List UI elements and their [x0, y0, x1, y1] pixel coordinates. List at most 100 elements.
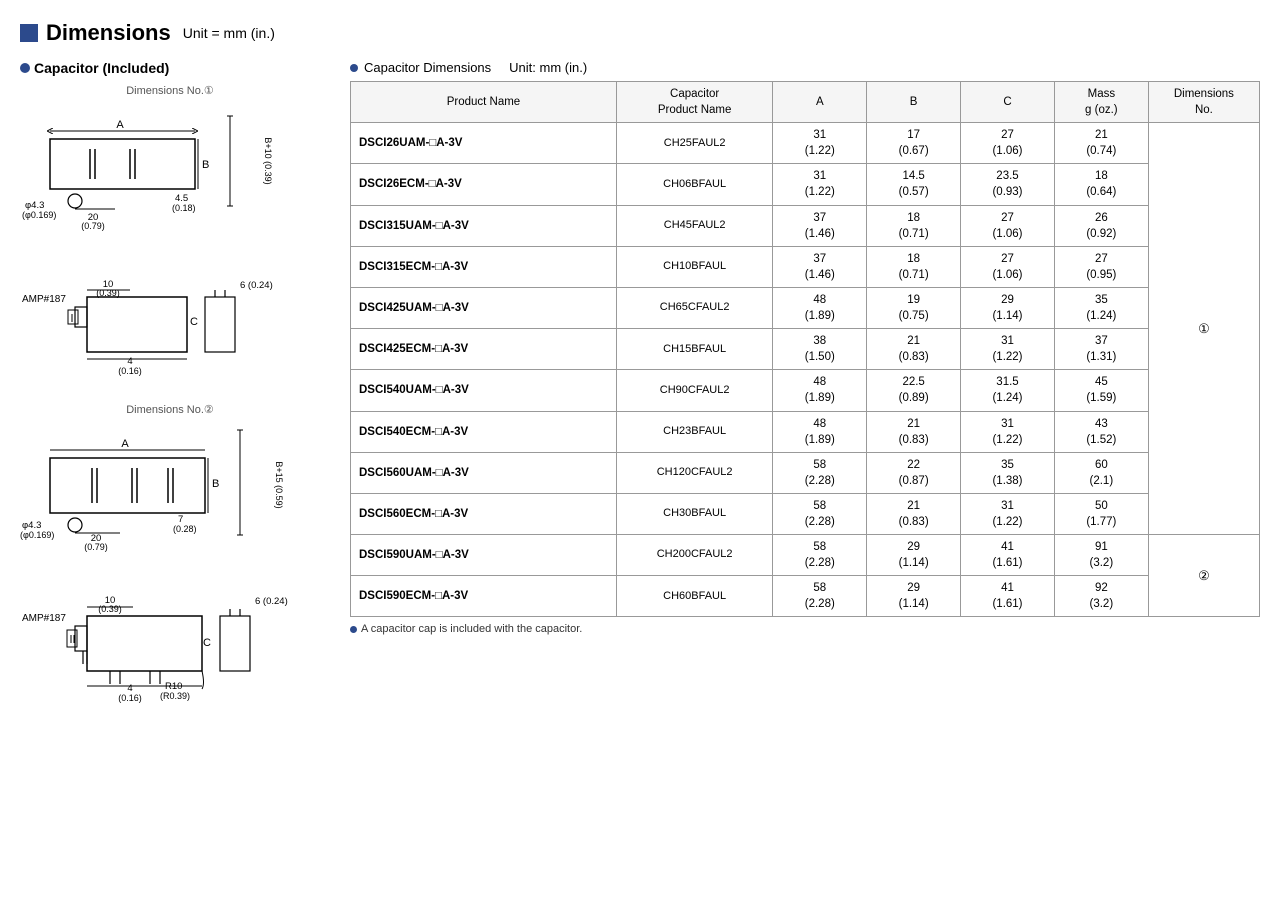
cell-b: 29(1.14)	[867, 576, 961, 617]
dim1-svg: A B B+10 (0.39)	[20, 101, 280, 231]
cell-mass: 21(0.74)	[1054, 123, 1148, 164]
cell-mass: 91(3.2)	[1054, 535, 1148, 576]
cell-cap-product: CH15BFAUL	[616, 329, 772, 370]
cell-c: 31(1.22)	[961, 493, 1055, 534]
cell-cap-product: CH25FAUL2	[616, 123, 772, 164]
cell-c: 27(1.06)	[961, 205, 1055, 246]
header-b: B	[867, 82, 961, 123]
svg-text:(φ0.169): (φ0.169)	[22, 210, 56, 220]
cell-c: 35(1.38)	[961, 452, 1055, 493]
header-c: C	[961, 82, 1055, 123]
svg-text:AMP#187: AMP#187	[22, 613, 66, 624]
footnote-bullet	[350, 626, 357, 633]
cell-c: 31.5(1.24)	[961, 370, 1055, 411]
table-row: DSCI26ECM-□A-3VCH06BFAUL31(1.22)14.5(0.5…	[351, 164, 1260, 205]
table-bullet	[350, 64, 358, 72]
table-row: DSCI560ECM-□A-3VCH30BFAUL58(2.28)21(0.83…	[351, 493, 1260, 534]
cell-mass: 18(0.64)	[1054, 164, 1148, 205]
dimensions-table: Product Name CapacitorProduct Name A B C…	[350, 81, 1260, 617]
section-bullet	[20, 63, 30, 73]
svg-text:B: B	[212, 478, 219, 490]
main-layout: Capacitor (Included) Dimensions No.① A	[20, 60, 1260, 732]
cell-b: 17(0.67)	[867, 123, 961, 164]
cell-b: 21(0.83)	[867, 493, 961, 534]
svg-text:(0.18): (0.18)	[172, 203, 196, 213]
table-row: DSCI26UAM-□A-3VCH25FAUL231(1.22)17(0.67)…	[351, 123, 1260, 164]
cell-c: 27(1.06)	[961, 246, 1055, 287]
table-section-title: Capacitor Dimensions Unit: mm (in.)	[350, 60, 1260, 75]
amp187-svg1: AMP#187 10 (0.39)	[20, 252, 280, 382]
cell-product: DSCI315UAM-□A-3V	[351, 205, 617, 246]
cell-cap-product: CH45FAUL2	[616, 205, 772, 246]
cell-b: 18(0.71)	[867, 205, 961, 246]
svg-text:(0.79): (0.79)	[84, 542, 108, 552]
table-row: DSCI590UAM-□A-3VCH200CFAUL258(2.28)29(1.…	[351, 535, 1260, 576]
cell-a: 58(2.28)	[773, 452, 867, 493]
cell-a: 58(2.28)	[773, 576, 867, 617]
cell-c: 29(1.14)	[961, 287, 1055, 328]
cell-product: DSCI560ECM-□A-3V	[351, 493, 617, 534]
table-row: DSCI315ECM-□A-3VCH10BFAUL37(1.46)18(0.71…	[351, 246, 1260, 287]
cell-product: DSCI425UAM-□A-3V	[351, 287, 617, 328]
cell-product: DSCI315ECM-□A-3V	[351, 246, 617, 287]
cell-c: 23.5(0.93)	[961, 164, 1055, 205]
svg-text:6 (0.24): 6 (0.24)	[255, 596, 288, 607]
cell-product: DSCI590ECM-□A-3V	[351, 576, 617, 617]
svg-text:B: B	[202, 159, 209, 171]
amp187-svg2: AMP#187	[20, 571, 280, 711]
amp187-diagram1: AMP#187 10 (0.39)	[20, 252, 320, 385]
page-title-section: Dimensions Unit = mm (in.)	[20, 20, 1260, 46]
header-mass: Massg (oz.)	[1054, 82, 1148, 123]
table-row: DSCI425ECM-□A-3VCH15BFAUL38(1.50)21(0.83…	[351, 329, 1260, 370]
header-a: A	[773, 82, 867, 123]
table-row: DSCI540UAM-□A-3VCH90CFAUL248(1.89)22.5(0…	[351, 370, 1260, 411]
cell-cap-product: CH30BFAUL	[616, 493, 772, 534]
cell-a: 37(1.46)	[773, 205, 867, 246]
cell-b: 14.5(0.57)	[867, 164, 961, 205]
cell-a: 48(1.89)	[773, 411, 867, 452]
svg-text:C: C	[203, 637, 211, 649]
cell-a: 37(1.46)	[773, 246, 867, 287]
header-dim-no: DimensionsNo.	[1148, 82, 1259, 123]
cell-cap-product: CH10BFAUL	[616, 246, 772, 287]
svg-text:6 (0.24): 6 (0.24)	[240, 280, 273, 291]
svg-text:B+15 (0.59): B+15 (0.59)	[274, 461, 284, 508]
dim2-diagram: Dimensions No.② A B	[20, 403, 320, 553]
cell-product: DSCI560UAM-□A-3V	[351, 452, 617, 493]
cell-product: DSCI590UAM-□A-3V	[351, 535, 617, 576]
cell-dim-no: ①	[1148, 123, 1259, 535]
cell-b: 21(0.83)	[867, 411, 961, 452]
cell-a: 48(1.89)	[773, 287, 867, 328]
svg-text:(0.79): (0.79)	[81, 221, 105, 231]
cell-cap-product: CH120CFAUL2	[616, 452, 772, 493]
cell-b: 29(1.14)	[867, 535, 961, 576]
cell-dim-no: ②	[1148, 535, 1259, 617]
svg-text:C: C	[190, 316, 198, 328]
title-unit: Unit = mm (in.)	[183, 25, 275, 41]
cell-a: 58(2.28)	[773, 493, 867, 534]
cell-mass: 45(1.59)	[1054, 370, 1148, 411]
page-title: Dimensions	[46, 20, 171, 46]
cell-a: 48(1.89)	[773, 370, 867, 411]
footnote: A capacitor cap is included with the cap…	[350, 623, 1260, 635]
cell-c: 41(1.61)	[961, 576, 1055, 617]
cell-mass: 35(1.24)	[1054, 287, 1148, 328]
cell-mass: 26(0.92)	[1054, 205, 1148, 246]
svg-text:AMP#187: AMP#187	[22, 294, 66, 305]
table-row: DSCI590ECM-□A-3VCH60BFAUL58(2.28)29(1.14…	[351, 576, 1260, 617]
dim2-label: Dimensions No.②	[20, 403, 320, 416]
cell-product: DSCI26ECM-□A-3V	[351, 164, 617, 205]
dim1-diagram: Dimensions No.① A B	[20, 84, 320, 234]
svg-text:(0.39): (0.39)	[98, 604, 122, 614]
svg-text:A: A	[121, 438, 129, 450]
cell-cap-product: CH60BFAUL	[616, 576, 772, 617]
amp187-diagram2: AMP#187	[20, 571, 320, 714]
svg-text:(0.16): (0.16)	[118, 366, 142, 376]
cell-a: 31(1.22)	[773, 123, 867, 164]
svg-text:(φ0.169): (φ0.169)	[20, 530, 54, 540]
cell-product: DSCI26UAM-□A-3V	[351, 123, 617, 164]
cell-product: DSCI540ECM-□A-3V	[351, 411, 617, 452]
cell-b: 18(0.71)	[867, 246, 961, 287]
svg-text:(R0.39): (R0.39)	[160, 691, 190, 701]
cell-product: DSCI540UAM-□A-3V	[351, 370, 617, 411]
